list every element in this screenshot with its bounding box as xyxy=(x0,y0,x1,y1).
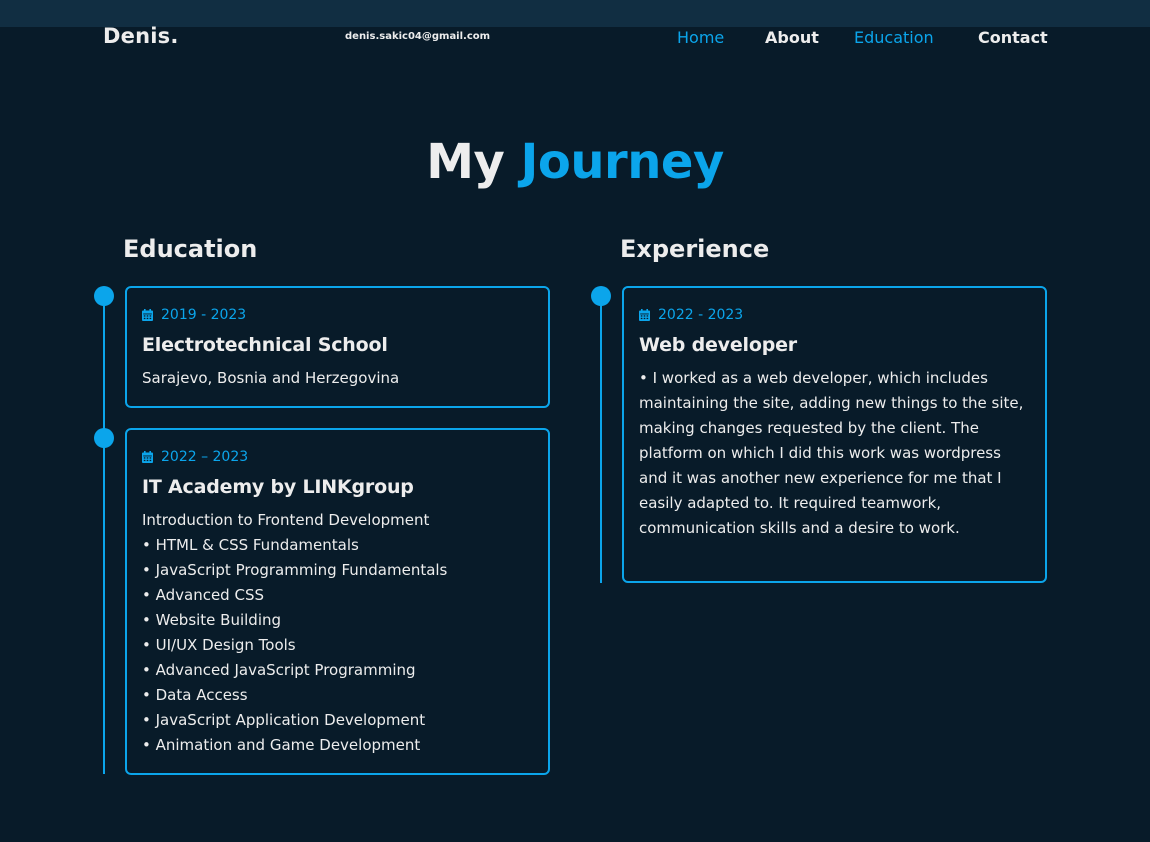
site-header: Denis. denis.sakic04@gmail.com Home Abou… xyxy=(0,0,1150,76)
timeline-dot xyxy=(94,428,114,448)
heading-accent: Journey xyxy=(520,134,725,190)
card-line: Sarajevo, Bosnia and Herzegovina xyxy=(142,369,400,387)
experience-card-web-developer: 2022 - 2023 Web developer • I worked as … xyxy=(622,286,1047,583)
education-title: Education xyxy=(123,235,258,263)
education-timeline-line xyxy=(103,296,105,774)
card-line: • Advanced CSS xyxy=(142,586,264,604)
education-card-electrotechnical: 2019 - 2023 Electrotechnical School Sara… xyxy=(125,286,550,408)
education-card-it-academy: 2022 – 2023 IT Academy by LINKgroup Intr… xyxy=(125,428,550,775)
calendar-icon xyxy=(142,451,153,463)
nav-link-about[interactable]: About xyxy=(765,28,819,47)
card-line: • UI/UX Design Tools xyxy=(142,636,296,654)
card-title: Web developer xyxy=(639,334,797,356)
card-date-text: 2019 - 2023 xyxy=(161,307,247,323)
card-line: • JavaScript Programming Fundamentals xyxy=(142,561,448,579)
card-date: 2022 - 2023 xyxy=(639,305,1030,325)
card-title: Electrotechnical School xyxy=(142,334,388,356)
experience-timeline-line xyxy=(600,296,602,583)
card-line: • Advanced JavaScript Programming xyxy=(142,661,416,679)
card-description: • I worked as a web developer, which inc… xyxy=(639,369,1024,537)
card-date-text: 2022 – 2023 xyxy=(161,449,249,465)
card-line: • Data Access xyxy=(142,686,248,704)
card-line: • Website Building xyxy=(142,611,282,629)
nav-link-contact[interactable]: Contact xyxy=(978,28,1048,47)
heading-main: My xyxy=(426,134,505,190)
timeline-dot xyxy=(591,286,611,306)
nav-link-home[interactable]: Home xyxy=(677,28,724,47)
card-lines: Sarajevo, Bosnia and Herzegovina xyxy=(142,366,533,391)
card-line: • Animation and Game Development xyxy=(142,736,421,754)
card-lines: Introduction to Frontend Development • H… xyxy=(142,508,533,758)
section-heading: My Journey xyxy=(0,134,1150,190)
card-line: • JavaScript Application Development xyxy=(142,711,426,729)
timeline-dot xyxy=(94,286,114,306)
calendar-icon xyxy=(639,309,650,321)
header-strip xyxy=(0,0,1150,27)
card-line: • HTML & CSS Fundamentals xyxy=(142,536,359,554)
card-date-text: 2022 - 2023 xyxy=(658,307,744,323)
card-date: 2022 – 2023 xyxy=(142,447,533,467)
nav-link-education[interactable]: Education xyxy=(854,28,934,47)
main-nav: Home About Education Contact xyxy=(0,28,1150,50)
experience-title: Experience xyxy=(620,235,770,263)
card-title: IT Academy by LINKgroup xyxy=(142,476,414,498)
card-line: Introduction to Frontend Development xyxy=(142,511,430,529)
calendar-icon xyxy=(142,309,153,321)
card-date: 2019 - 2023 xyxy=(142,305,533,325)
